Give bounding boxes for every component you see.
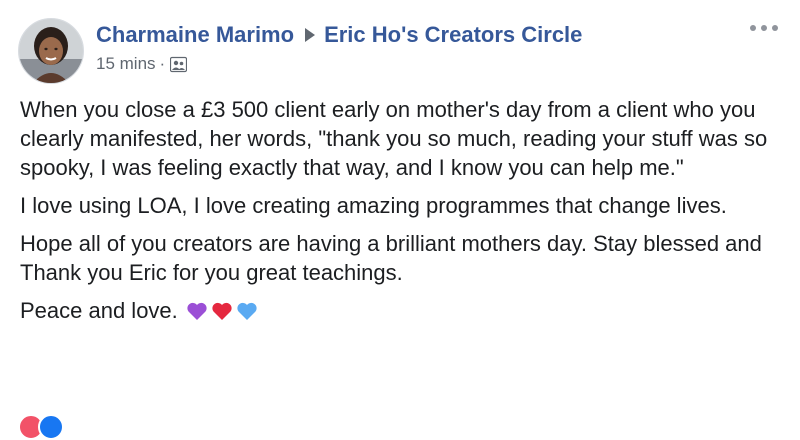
purple-heart-icon [187, 302, 207, 320]
red-heart-icon [212, 302, 232, 320]
group-icon[interactable] [170, 56, 188, 73]
ellipsis-dot [761, 25, 767, 31]
timestamp-link[interactable]: 15 mins [96, 53, 156, 75]
ellipsis-dot [772, 25, 778, 31]
blue-heart-icon [237, 302, 257, 320]
post-paragraph: Hope all of you creators are having a br… [20, 231, 762, 285]
post-paragraph: I love using LOA, I love creating amazin… [20, 193, 727, 218]
emoji-group [186, 301, 261, 321]
avatar-image [19, 19, 83, 83]
meta-separator: · [159, 54, 166, 73]
ellipsis-icon[interactable] [750, 20, 778, 36]
post-last-paragraph: Peace and love. [20, 296, 782, 325]
reaction-icons[interactable] [18, 414, 64, 440]
caret-right-icon [305, 28, 316, 42]
group-name-link[interactable]: Eric Ho's Creators Circle [324, 21, 582, 49]
post-title-line: Charmaine Marimo Eric Ho's Creators Circ… [96, 21, 582, 49]
post-meta: 15 mins · [96, 53, 582, 75]
ellipsis-dot [750, 25, 756, 31]
post-header: Charmaine Marimo Eric Ho's Creators Circ… [96, 21, 582, 75]
author-name-link[interactable]: Charmaine Marimo [96, 21, 294, 49]
author-avatar[interactable] [18, 18, 84, 84]
post-paragraph: When you close a £3 500 client early on … [20, 97, 768, 180]
post-paragraph: Peace and love. [20, 298, 178, 323]
post-body: When you close a £3 500 client early on … [20, 95, 782, 334]
like-reaction-icon [38, 414, 64, 440]
feed-post: Charmaine Marimo Eric Ho's Creators Circ… [0, 0, 800, 440]
